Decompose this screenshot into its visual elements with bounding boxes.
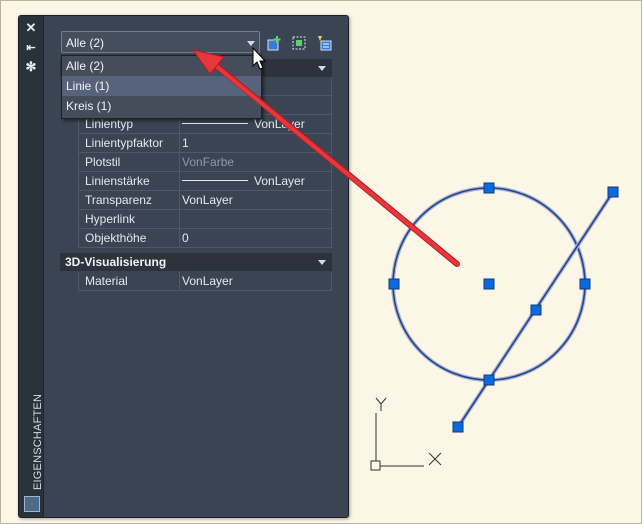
circle-grip-top[interactable] — [483, 182, 495, 194]
circle-grip-left[interactable] — [388, 278, 400, 290]
ucs-y-label: Y — [378, 409, 379, 411]
properties-palette: ✕ ⇤ ✻ EIGENSCHAFTEN Alle (2) Linientyp V… — [18, 15, 349, 518]
property-row-material[interactable]: Material VonLayer — [78, 272, 332, 291]
category-3d-visualisierung-header[interactable]: 3D-Visualisierung — [60, 253, 332, 271]
selection-dropdown-list: Alle (2) Linie (1) Kreis (1) — [61, 55, 262, 119]
line-grip-start[interactable] — [452, 421, 464, 433]
pin-icon[interactable]: ⇤ — [23, 41, 39, 55]
chevron-down-icon — [247, 41, 255, 46]
select-objects-icon[interactable] — [291, 35, 308, 51]
chevron-down-icon — [318, 260, 326, 265]
quick-properties-icon[interactable] — [24, 496, 40, 512]
dropdown-option-kreis[interactable]: Kreis (1) — [62, 96, 261, 116]
line-grip-end[interactable] — [607, 186, 619, 198]
line-grip-mid[interactable] — [530, 304, 542, 316]
palette-title-strip[interactable]: ✕ ⇤ ✻ EIGENSCHAFTEN — [19, 16, 44, 517]
property-row-linienstaerke[interactable]: Linienstärke VonLayer — [78, 172, 332, 191]
property-row-linientypfaktor[interactable]: Linientypfaktor 1 — [78, 134, 332, 153]
selection-dropdown[interactable]: Alle (2) — [61, 31, 260, 53]
ucs-icon — [370, 413, 442, 471]
toggle-pickadd-icon[interactable] — [267, 35, 284, 51]
close-icon[interactable]: ✕ — [23, 21, 39, 35]
circle-grip-right[interactable] — [579, 278, 591, 290]
property-row-hyperlink[interactable]: Hyperlink — [78, 210, 332, 229]
palette-vertical-title: EIGENSCHAFTEN — [32, 393, 44, 490]
property-row-plotstil[interactable]: Plotstil VonFarbe — [78, 153, 332, 172]
property-row-objekthoehe[interactable]: Objekthöhe 0 — [78, 229, 332, 248]
settings-icon[interactable]: ✻ — [23, 60, 39, 74]
dropdown-option-linie[interactable]: Linie (1) — [62, 76, 261, 96]
circle-grip-bottom[interactable] — [483, 374, 495, 386]
chevron-down-icon — [318, 66, 326, 71]
circle-grip-center[interactable] — [483, 278, 495, 290]
ucs-x-label: X — [432, 463, 433, 465]
selection-dropdown-value: Alle (2) — [66, 36, 105, 50]
linetype-preview — [182, 123, 248, 125]
dropdown-option-alle[interactable]: Alle (2) — [62, 56, 261, 76]
property-row-transparenz[interactable]: Transparenz VonLayer — [78, 191, 332, 210]
quick-select-icon[interactable] — [316, 35, 333, 51]
ucs-y-glyph — [375, 397, 387, 411]
lineweight-preview — [182, 180, 248, 182]
